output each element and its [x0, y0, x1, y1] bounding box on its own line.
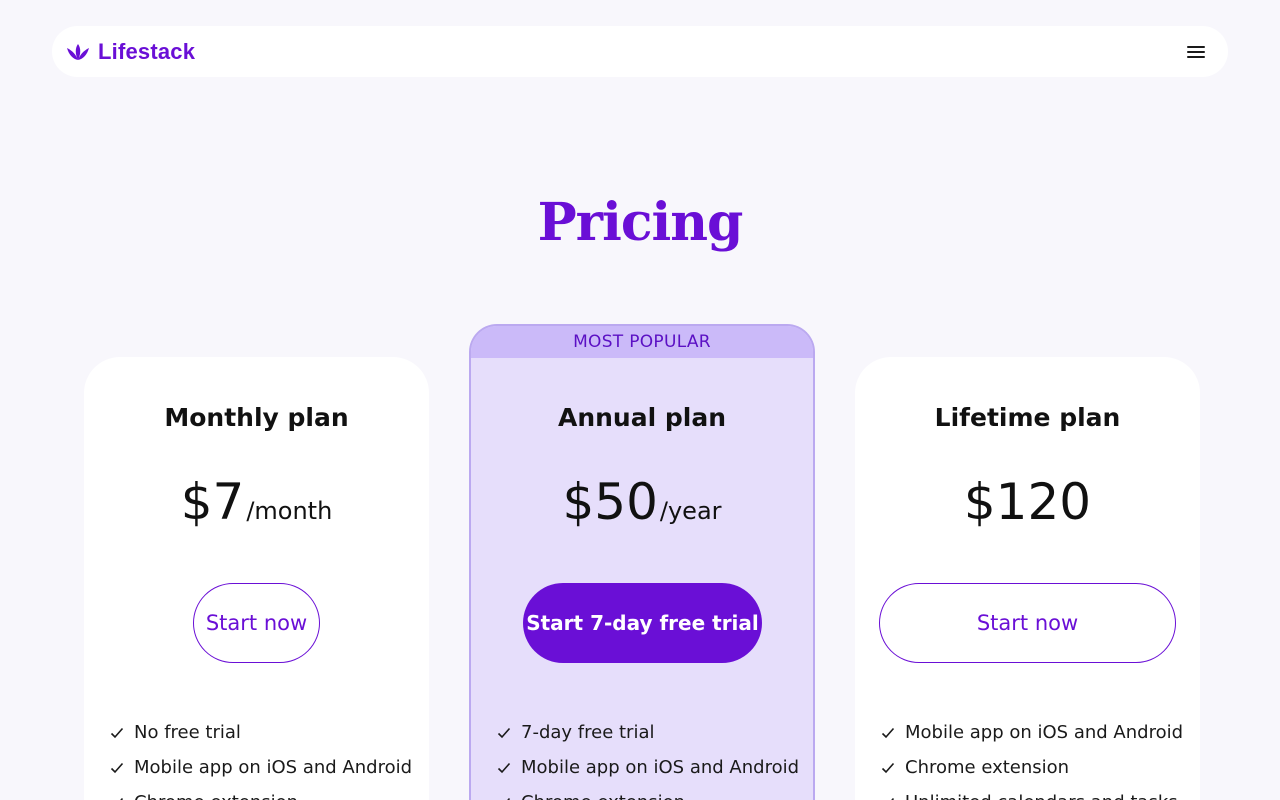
plan-name: Monthly plan	[164, 403, 349, 432]
page-title: Pricing	[537, 192, 744, 253]
check-icon	[119, 797, 124, 800]
feature-label: Chrome extension	[134, 792, 298, 800]
hamburger-menu-button[interactable]	[1178, 34, 1214, 70]
plan-card-lifetime: Lifetime plan $120 Start now Mobile app …	[855, 357, 1200, 800]
plan-card-annual: MOST POPULAR Annual plan $50/year Start …	[469, 324, 815, 800]
lotus-logo-icon	[66, 42, 90, 62]
price-period: /month	[246, 497, 333, 525]
feature-label: Mobile app on iOS and Android	[521, 757, 800, 778]
check-icon	[890, 797, 895, 800]
plan-name: Annual plan	[557, 403, 727, 432]
plan-card-monthly: Monthly plan $7/month Start now No free …	[84, 357, 429, 800]
plan-name: Lifetime plan	[934, 403, 1121, 432]
feature-label: 7-day free trial	[521, 722, 655, 743]
check-icon	[881, 727, 895, 738]
plan-price: $7/month	[84, 473, 429, 531]
start-now-button[interactable]: Start now	[193, 583, 320, 663]
start-now-button[interactable]: Start now	[879, 583, 1176, 663]
feature-label: Chrome extension	[521, 792, 685, 800]
feature-item: Mobile app on iOS and Android	[881, 715, 1183, 750]
brand-name: Lifestack	[98, 38, 196, 64]
check-icon	[881, 762, 895, 773]
feature-label: No free trial	[134, 722, 241, 743]
feature-label: Mobile app on iOS and Android	[134, 757, 413, 778]
feature-list: Mobile app on iOS and Android Chrome ext…	[881, 715, 1183, 800]
top-navbar: Lifestack	[52, 26, 1228, 77]
plan-price: $50/year	[471, 473, 813, 531]
brand-link[interactable]: Lifestack	[66, 39, 195, 65]
feature-label: Chrome extension	[905, 757, 1070, 778]
start-free-trial-button[interactable]: Start 7-day free trial	[523, 583, 762, 663]
feature-item: Chrome extension	[497, 785, 799, 800]
feature-item: 7-day free trial	[497, 715, 799, 750]
check-icon	[497, 727, 511, 738]
price-period: /year	[659, 497, 722, 525]
feature-item: No free trial	[110, 715, 412, 750]
feature-list: No free trial Mobile app on iOS and Andr…	[110, 715, 412, 800]
check-icon	[110, 727, 124, 738]
check-icon	[497, 762, 511, 773]
feature-item: Mobile app on iOS and Android	[110, 750, 412, 785]
feature-item: Chrome extension	[881, 750, 1183, 785]
feature-item: Unlimited calendars and tasks	[881, 785, 1183, 800]
hamburger-menu-icon	[1187, 45, 1205, 59]
feature-item: Chrome extension	[110, 785, 412, 800]
price-amount: $50	[562, 473, 658, 531]
feature-list: 7-day free trial Mobile app on iOS and A…	[497, 715, 799, 800]
price-amount: $7	[180, 473, 245, 531]
price-amount: $120	[963, 473, 1092, 531]
most-popular-badge: MOST POPULAR	[471, 326, 813, 358]
check-icon	[506, 797, 511, 800]
feature-label: Unlimited calendars and tasks	[905, 792, 1178, 800]
plan-price: $120	[855, 473, 1200, 531]
feature-item: Mobile app on iOS and Android	[497, 750, 799, 785]
feature-label: Mobile app on iOS and Android	[905, 722, 1184, 743]
check-icon	[110, 762, 124, 773]
